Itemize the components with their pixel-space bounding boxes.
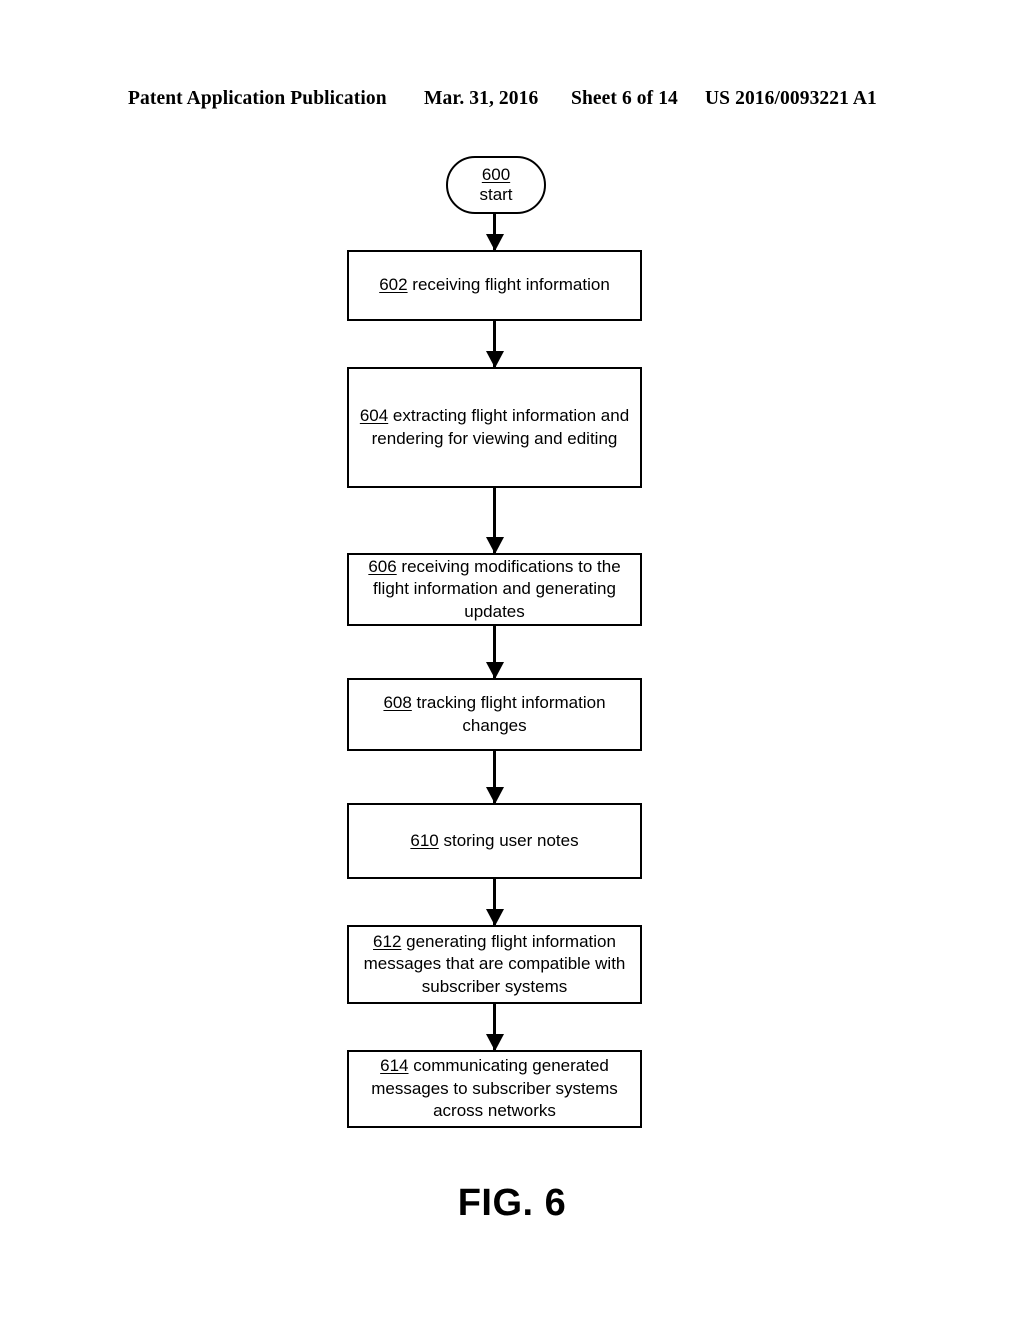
flow-connector-606-608 xyxy=(493,626,496,678)
flow-node-start: 600 start xyxy=(446,156,546,214)
flow-node-604: 604 extracting flight information and re… xyxy=(347,367,642,488)
flow-node-614: 614 communicating generated messages to … xyxy=(347,1050,642,1128)
flow-node-608: 608 tracking flight information changes xyxy=(347,678,642,751)
flow-connector-604-606 xyxy=(493,488,496,553)
flow-node-604-ref: 604 xyxy=(359,405,389,425)
flow-connector-602-604 xyxy=(493,321,496,367)
flow-node-602-text: receiving flight information xyxy=(407,275,610,295)
flow-node-602: 602 receiving flight information xyxy=(347,250,642,321)
flow-node-612-text: generating flight information messages t… xyxy=(363,931,626,996)
flow-node-606: 606 receiving modifications to the fligh… xyxy=(347,553,642,626)
flow-connector-608-610 xyxy=(493,751,496,803)
flow-node-610-ref: 610 xyxy=(410,830,439,850)
flow-connector-610-612 xyxy=(493,879,496,925)
flow-node-start-ref: 600 xyxy=(481,164,511,184)
flow-node-612-ref: 612 xyxy=(373,931,402,951)
flow-connector-600-602 xyxy=(493,214,496,250)
flow-connector-612-614 xyxy=(493,1004,496,1050)
flow-node-610: 610 storing user notes xyxy=(347,803,642,879)
flow-node-612: 612 generating flight information messag… xyxy=(347,925,642,1004)
flow-node-606-text: receiving modifications to the flight in… xyxy=(373,556,621,621)
flow-node-610-text: storing user notes xyxy=(438,830,579,850)
flow-node-608-ref: 608 xyxy=(383,692,412,712)
flow-node-608-text: tracking flight information changes xyxy=(411,692,606,735)
figure-caption: FIG. 6 xyxy=(457,1182,567,1224)
flowchart-diagram: 600 start 602 receiving flight informati… xyxy=(0,0,1024,1320)
flow-node-604-text: extracting flight information and render… xyxy=(371,405,630,448)
flow-node-614-ref: 614 xyxy=(380,1056,409,1076)
flow-node-602-ref: 602 xyxy=(379,275,408,295)
flow-node-614-text: communicating generated messages to subs… xyxy=(371,1056,618,1121)
flow-node-606-ref: 606 xyxy=(368,556,397,576)
flow-node-start-label: start xyxy=(479,185,513,204)
